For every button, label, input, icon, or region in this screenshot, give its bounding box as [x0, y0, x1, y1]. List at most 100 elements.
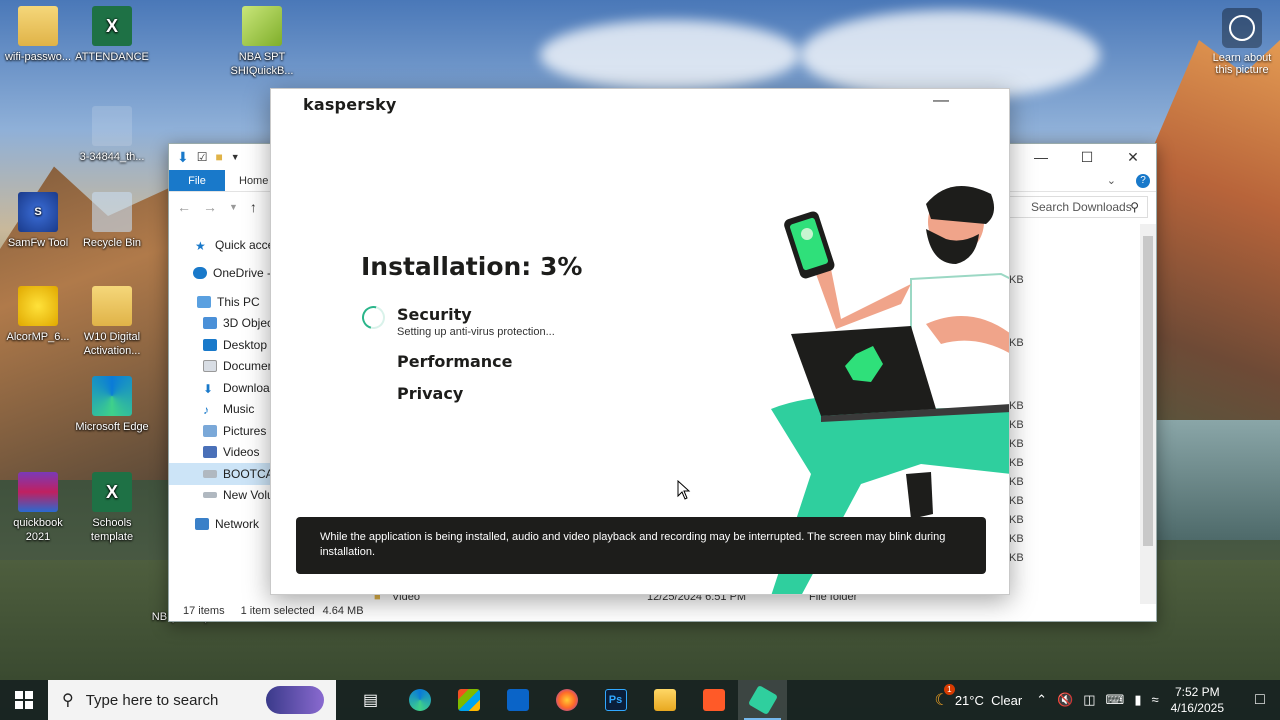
size-unit: KB: [1009, 514, 1024, 526]
volume-muted-icon[interactable]: 🔇: [1057, 692, 1073, 708]
document-icon: [203, 360, 217, 373]
wifi-icon[interactable]: ≈: [1151, 692, 1158, 708]
lightbulb-icon: [18, 286, 58, 326]
desktop-icon-label: wifi-passwo...: [4, 51, 72, 63]
search-icon: ⚲: [1130, 200, 1139, 214]
taskbar-kaspersky[interactable]: [738, 680, 787, 720]
checkbox-icon[interactable]: ☑: [197, 150, 208, 164]
task-view-button[interactable]: ▤: [346, 680, 395, 720]
taskbar-outlook[interactable]: [493, 680, 542, 720]
help-icon[interactable]: ?: [1130, 170, 1156, 191]
search-placeholder: Search Downloads: [1031, 200, 1132, 214]
kaspersky-installer-window: kaspersky — Installation: 3% Security Se…: [270, 88, 1010, 595]
taskbar-edge[interactable]: [395, 680, 444, 720]
quickbooks-icon: [242, 6, 282, 46]
up-icon[interactable]: ↑: [250, 199, 257, 215]
clock[interactable]: 7:52 PM 4/16/2025: [1171, 684, 1224, 716]
desktop-icon-label: ATTENDANCE: [75, 51, 149, 63]
battery-icon[interactable]: ▮: [1134, 692, 1141, 708]
moon-icon: ☾ 1: [934, 684, 955, 710]
kaspersky-icon: [747, 684, 778, 716]
search-highlight-icon: [266, 686, 324, 714]
nav-label: Desktop: [223, 337, 268, 352]
nav-label: Pictures: [223, 423, 267, 438]
desktop-icon-edge[interactable]: Microsoft Edge: [74, 376, 150, 434]
cloud: [540, 20, 800, 90]
mouse-cursor-icon: [677, 480, 691, 500]
photoshop-icon: Ps: [604, 689, 627, 711]
taskbar-file-explorer[interactable]: [640, 680, 689, 720]
notification-center-button[interactable]: □: [1240, 691, 1280, 709]
start-button[interactable]: [0, 680, 48, 720]
recorder-icon: [702, 689, 725, 711]
desktop-icon-label: 3-34844_th...: [79, 151, 145, 163]
item-count: 17 items: [183, 605, 225, 617]
taskbar-store[interactable]: [444, 680, 493, 720]
file-size-column: KB KB KB KB KB KB KB KB KB KB KB: [1009, 274, 1039, 571]
search-icon: ⚲: [62, 692, 74, 709]
desktop-icon-samfw[interactable]: S SamFw Tool: [0, 192, 76, 250]
size-unit: KB: [1009, 457, 1024, 469]
desktop-icon-label: AlcorMP_6...: [6, 331, 70, 343]
desktop-icon-schools[interactable]: X Schools template: [74, 472, 150, 544]
taskbar-photoshop[interactable]: Ps: [591, 680, 640, 720]
excel-icon: X: [92, 6, 132, 46]
back-icon[interactable]: ←: [177, 199, 191, 215]
step-privacy: Privacy: [397, 384, 464, 403]
expand-ribbon-icon[interactable]: ⌄: [1093, 170, 1130, 191]
language-icon[interactable]: ⌨: [1106, 692, 1125, 708]
step-performance: Performance: [397, 352, 513, 371]
windows-logo-icon: [15, 691, 33, 709]
learn-about-picture[interactable]: Learn about this picture: [1212, 8, 1272, 76]
cloud: [800, 10, 1100, 100]
chevron-down-icon[interactable]: ▼: [231, 152, 240, 162]
desktop-icon-w10[interactable]: W10 Digital Activation...: [74, 286, 150, 358]
nav-label: This PC: [217, 294, 260, 309]
star-icon: ★: [195, 238, 206, 253]
chevron-up-icon[interactable]: ⌃: [1036, 692, 1047, 708]
system-tray: ☾ 1 21°C Clear ⌃ 🔇 ◫ ⌨ ▮ ≈ 7:52 PM 4/16/2…: [934, 680, 1280, 720]
recycle-bin-icon: [92, 192, 132, 232]
taskbar-search-box[interactable]: ⚲ Type here to search: [48, 680, 336, 720]
minimize-button[interactable]: —: [1018, 144, 1064, 170]
maximize-button[interactable]: ☐: [1064, 144, 1110, 170]
installation-notice: While the application is being installed…: [296, 517, 986, 574]
camera-icon: [1222, 8, 1262, 48]
status-bar: 17 items 1 item selected 4.64 MB: [183, 605, 364, 617]
scrollbar[interactable]: [1140, 224, 1156, 604]
taskbar-recorder[interactable]: [689, 680, 738, 720]
size-unit: KB: [1009, 438, 1024, 450]
clock-date: 4/16/2025: [1170, 701, 1224, 715]
desktop-icon-nba[interactable]: NBA SPT SHIQuickB...: [224, 6, 300, 78]
close-button[interactable]: ✕: [1110, 144, 1156, 170]
chevron-down-icon[interactable]: ▼: [229, 202, 238, 212]
desktop-icon-label: Recycle Bin: [82, 237, 142, 249]
cloud-icon: [193, 267, 207, 280]
music-icon: ♪: [203, 403, 209, 418]
display-icon[interactable]: ◫: [1083, 692, 1095, 708]
desktop-icon-wifi[interactable]: wifi-passwo...: [0, 6, 76, 64]
nav-label: Network: [215, 516, 260, 531]
desktop-icon-alcormp[interactable]: AlcorMP_6...: [0, 286, 76, 344]
tab-file[interactable]: File: [169, 170, 225, 191]
search-downloads-input[interactable]: Search Downloads ⚲: [998, 196, 1148, 218]
forward-icon[interactable]: →: [203, 199, 217, 215]
weather-widget[interactable]: ☾ 1 21°C Clear: [934, 684, 1022, 710]
size-unit: KB: [1009, 495, 1024, 507]
nav-label: Videos: [223, 445, 260, 460]
outlook-icon: [506, 689, 529, 711]
desktop-icon-image[interactable]: 3-34844_th...: [74, 106, 150, 164]
image-icon: [92, 106, 132, 146]
desktop-icon-recycle-bin[interactable]: Recycle Bin: [74, 192, 150, 250]
minimize-button[interactable]: —: [933, 92, 949, 109]
pictures-icon: [203, 424, 217, 437]
taskbar-firefox[interactable]: [542, 680, 591, 720]
explorer-window-controls: — ☐ ✕: [1018, 144, 1156, 170]
desktop-icon-label: Schools template: [90, 517, 134, 543]
desktop-icon-attendance[interactable]: X ATTENDANCE: [74, 6, 150, 64]
videos-icon: [203, 446, 217, 459]
desktop-icon-quickbook[interactable]: quickbook 2021: [0, 472, 76, 544]
selected-size: 4.64 MB: [322, 605, 364, 617]
taskbar-apps: ▤ Ps: [346, 680, 787, 720]
edge-icon: [408, 689, 431, 711]
